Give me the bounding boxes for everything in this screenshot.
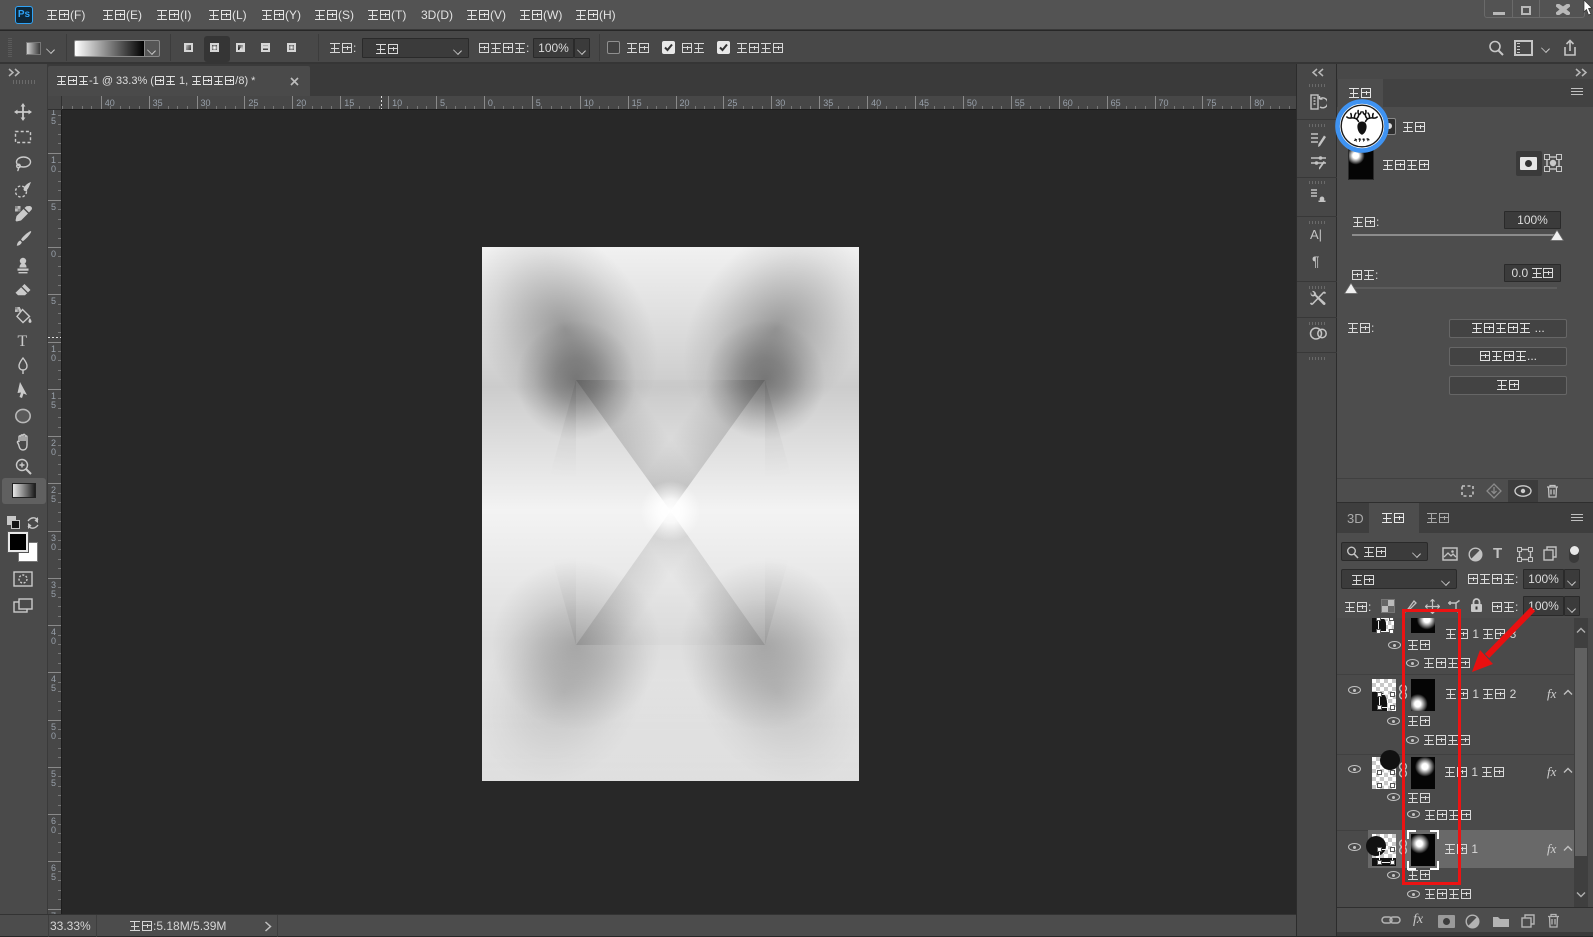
svg-text:T: T (18, 333, 28, 349)
